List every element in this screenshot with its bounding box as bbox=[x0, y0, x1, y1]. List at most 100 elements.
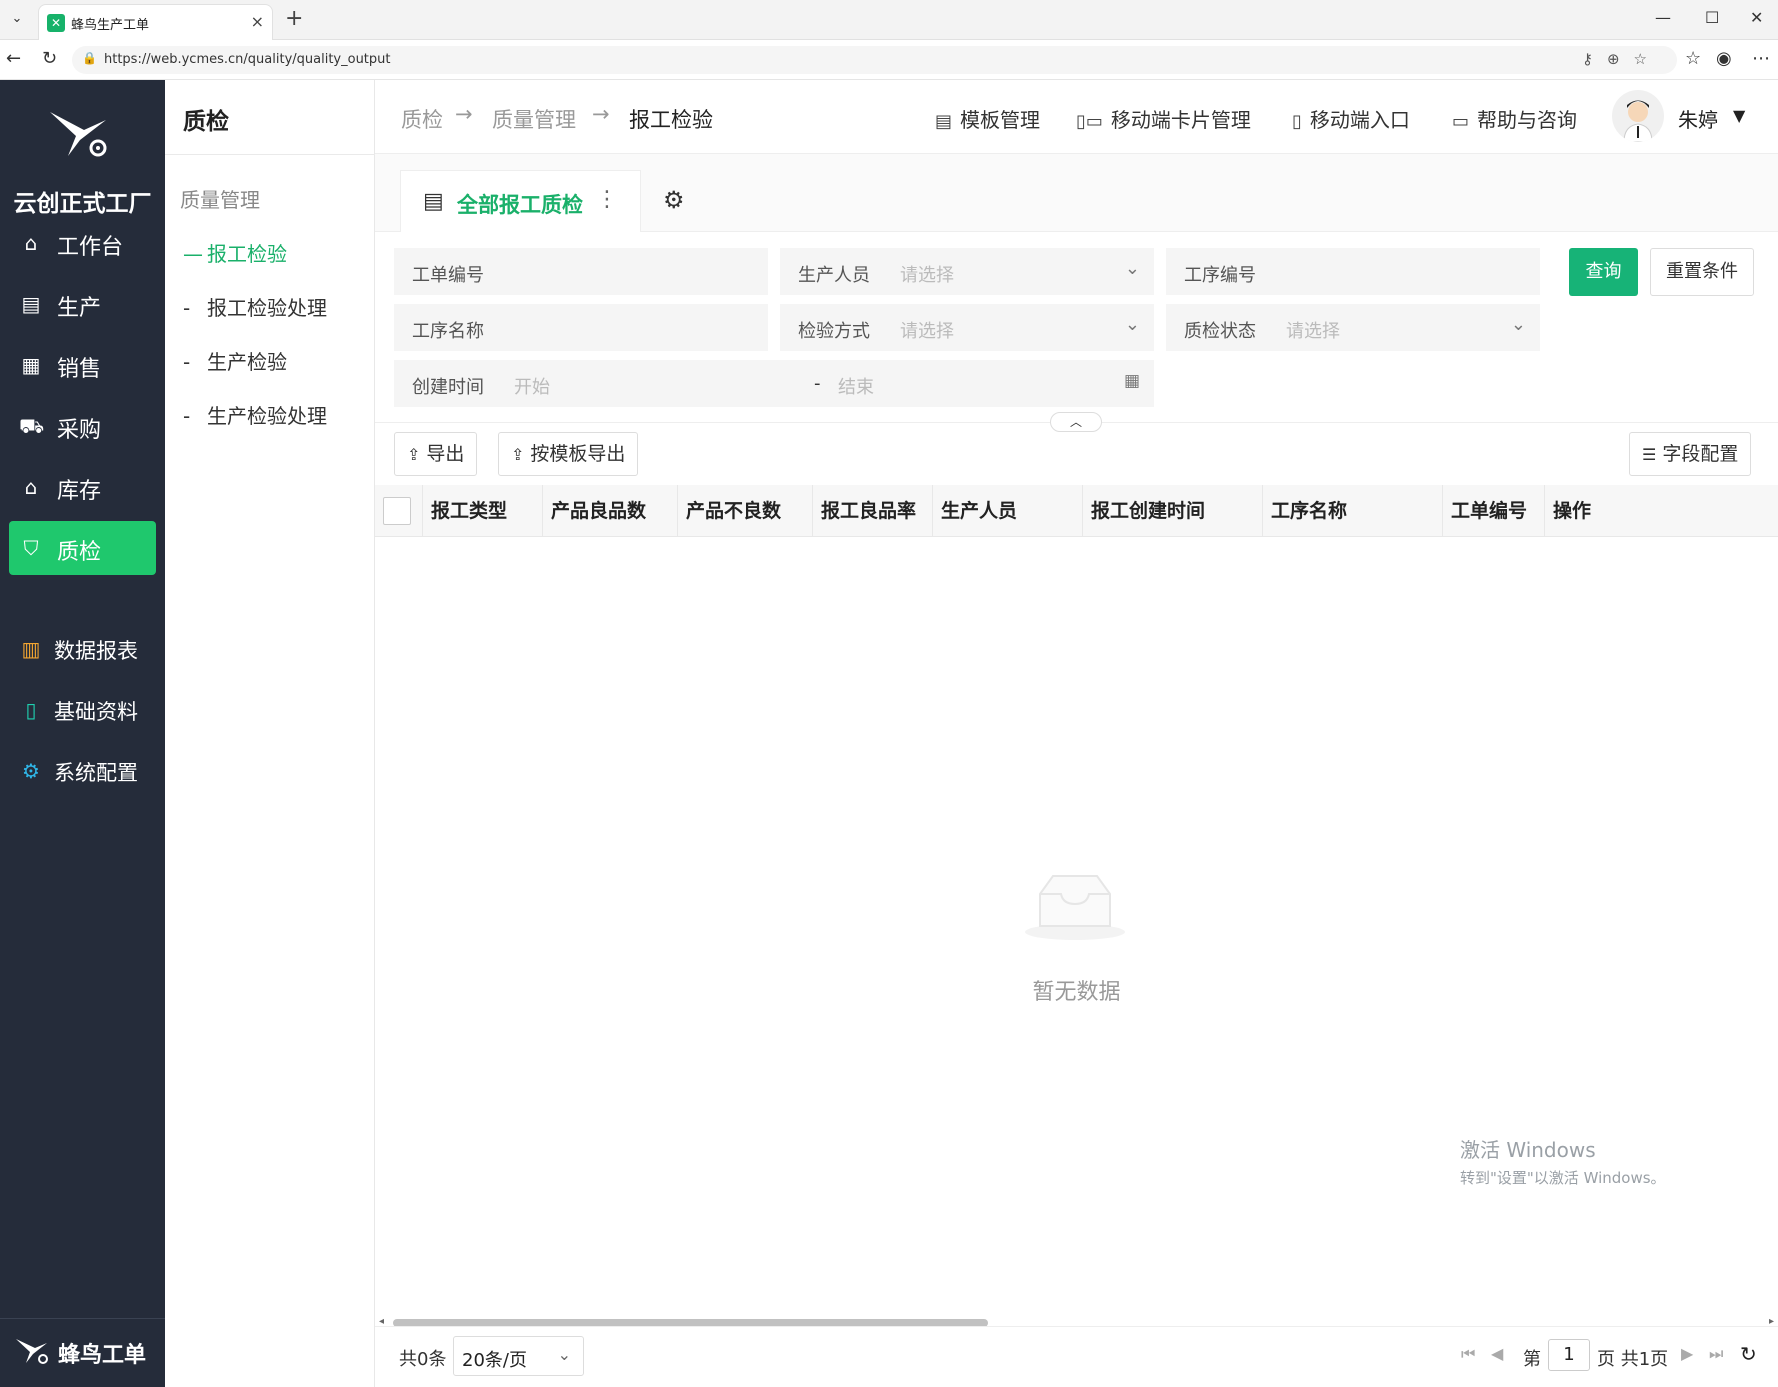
next-page-icon[interactable]: ▶ bbox=[1681, 1344, 1693, 1363]
column-header[interactable]: 工单编号 bbox=[1443, 485, 1545, 537]
select-placeholder: 请选择 bbox=[900, 265, 954, 286]
template-management-link[interactable]: ▤ 模板管理 bbox=[935, 104, 1040, 133]
refresh-icon[interactable]: ↻ bbox=[1740, 1342, 1757, 1366]
column-header[interactable]: 生产人员 bbox=[933, 485, 1083, 537]
mobile-entry-link[interactable]: ▯ 移动端入口 bbox=[1292, 104, 1410, 133]
qc-status-select[interactable]: 质检状态 请选择 ⌄ bbox=[1166, 304, 1540, 351]
link-label: 移动端入口 bbox=[1309, 108, 1410, 132]
column-header[interactable]: 报工类型 bbox=[423, 485, 543, 537]
maximize-icon[interactable]: ☐ bbox=[1705, 8, 1719, 27]
column-header[interactable]: 产品不良数 bbox=[678, 485, 813, 537]
process-name-field[interactable]: 工序名称 bbox=[394, 304, 768, 351]
window-close-icon[interactable]: ✕ bbox=[1750, 8, 1763, 27]
sidebar-item-production[interactable]: ▤ 生产 bbox=[9, 277, 156, 331]
sidebar-item-label: 库存 bbox=[57, 479, 102, 504]
subnav-item-production-inspection[interactable]: - 生产检验 bbox=[183, 346, 287, 375]
footer-brand: 蜂鸟工单 bbox=[58, 1343, 147, 1368]
reload-icon[interactable]: ↻ bbox=[42, 48, 57, 69]
home-icon: ⌂ bbox=[24, 231, 38, 255]
help-link[interactable]: ▭ 帮助与咨询 bbox=[1452, 104, 1577, 133]
sidebar-item-label: 系统配置 bbox=[54, 761, 138, 785]
breadcrumb-quality[interactable]: 质检 bbox=[401, 104, 443, 134]
new-tab-icon[interactable]: + bbox=[285, 6, 303, 31]
sidebar-item-label: 基础资料 bbox=[54, 700, 138, 724]
mobile-card-management-link[interactable]: ▯▭ 移动端卡片管理 bbox=[1076, 104, 1251, 133]
hummingbird-logo-icon bbox=[50, 112, 107, 157]
table-header: 报工类型 产品良品数 产品不良数 报工良品率 生产人员 报工创建时间 工序名称 … bbox=[375, 485, 1778, 537]
sidebar-item-basic-data[interactable]: ▯ 基础资料 bbox=[9, 683, 156, 737]
select-placeholder: 请选择 bbox=[900, 321, 954, 342]
user-menu-caret-icon[interactable]: ▼ bbox=[1733, 106, 1745, 125]
sidebar-item-purchase[interactable]: ⛟ 采购 bbox=[9, 399, 156, 453]
address-bar[interactable]: 🔒 https://web.ycmes.cn/quality/quality_o… bbox=[72, 46, 1677, 74]
avatar[interactable] bbox=[1612, 90, 1664, 142]
subnav-item-label: 生产检验 bbox=[207, 350, 287, 374]
user-name[interactable]: 朱婷 bbox=[1678, 104, 1718, 133]
producer-select[interactable]: 生产人员 请选择 ⌄ bbox=[780, 248, 1154, 295]
document-list-icon: ▤ bbox=[423, 189, 444, 214]
subnav-item-output-inspection[interactable]: — 报工检验 bbox=[183, 238, 287, 267]
subnav-group-label: 质量管理 bbox=[180, 188, 260, 212]
page-number-input[interactable]: 1 bbox=[1548, 1339, 1590, 1371]
document-icon: ▯ bbox=[25, 698, 37, 722]
subnav-item-production-inspection-handle[interactable]: - 生产检验处理 bbox=[183, 400, 327, 429]
browser-tab[interactable]: ✕ 蜂鸟生产工单 × bbox=[38, 4, 273, 40]
address-text[interactable]: https://web.ycmes.cn/quality/quality_out… bbox=[104, 52, 391, 67]
sidebar-item-label: 采购 bbox=[57, 418, 102, 443]
export-by-template-button[interactable]: ⇪ 按模板导出 bbox=[498, 432, 639, 476]
more-vertical-icon[interactable]: ⋮ bbox=[596, 187, 618, 212]
field-label: 工单编号 bbox=[412, 265, 484, 286]
select-all-checkbox[interactable] bbox=[383, 497, 411, 525]
subnav-item-output-inspection-handle[interactable]: - 报工检验处理 bbox=[183, 292, 327, 321]
first-page-icon[interactable]: ⏮ bbox=[1461, 1344, 1475, 1364]
breadcrumb-quality-management[interactable]: 质量管理 bbox=[492, 104, 576, 134]
prev-page-icon[interactable]: ◀ bbox=[1491, 1344, 1503, 1363]
inspect-method-select[interactable]: 检验方式 请选择 ⌄ bbox=[780, 304, 1154, 351]
minimize-icon[interactable]: — bbox=[1655, 8, 1671, 27]
favorites-icon[interactable]: ☆ bbox=[1685, 48, 1701, 69]
chevron-down-icon: ⌄ bbox=[557, 1345, 571, 1364]
sidebar-item-sales[interactable]: ▦ 销售 bbox=[9, 338, 156, 392]
export-button[interactable]: ⇪ 导出 bbox=[394, 432, 478, 476]
back-icon[interactable]: ← bbox=[6, 48, 21, 69]
book-icon: ▭ bbox=[1452, 111, 1470, 132]
query-button[interactable]: 查询 bbox=[1569, 248, 1638, 296]
tab-close-icon[interactable]: × bbox=[251, 12, 264, 31]
reset-button[interactable]: 重置条件 bbox=[1650, 248, 1754, 296]
watermark-subtitle: 转到"设置"以激活 Windows。 bbox=[1460, 1169, 1666, 1187]
sidebar-item-system-config[interactable]: ⚙ 系统配置 bbox=[9, 744, 156, 798]
more-icon[interactable]: ⋯ bbox=[1752, 48, 1770, 69]
select-placeholder: 请选择 bbox=[1286, 321, 1340, 342]
work-order-no-field[interactable]: 工单编号 bbox=[394, 248, 768, 295]
field-config-button[interactable]: ☰ 字段配置 bbox=[1629, 432, 1752, 476]
sidebar-item-workbench[interactable]: ⌂ 工作台 bbox=[9, 216, 156, 270]
view-tab-all[interactable]: ▤ 全部报工质检 ⋮ bbox=[400, 170, 641, 232]
start-placeholder: 开始 bbox=[514, 377, 550, 398]
field-label: 生产人员 bbox=[798, 265, 870, 286]
chevron-down-icon: ⌄ bbox=[1124, 258, 1140, 279]
process-no-field[interactable]: 工序编号 bbox=[1166, 248, 1540, 295]
range-separator: - bbox=[814, 373, 821, 394]
column-header[interactable]: 产品良品数 bbox=[543, 485, 678, 537]
last-page-icon[interactable]: ⏭ bbox=[1709, 1344, 1723, 1364]
column-header[interactable]: 工序名称 bbox=[1263, 485, 1443, 537]
divider bbox=[165, 154, 375, 155]
breadcrumb-current: 报工检验 bbox=[629, 108, 713, 132]
address-actions-icons[interactable]: ⚷⊕☆ bbox=[1582, 50, 1661, 68]
sidebar-item-reports[interactable]: ▥ 数据报表 bbox=[9, 622, 156, 676]
breadcrumb-arrow-icon: → bbox=[592, 102, 610, 126]
sidebar-item-inventory[interactable]: ⌂ 库存 bbox=[9, 460, 156, 514]
profile-icon[interactable]: ◉ bbox=[1716, 48, 1732, 69]
shield-icon: ⛉ bbox=[23, 536, 39, 560]
sidebar-item-quality[interactable]: ⛉ 质检 bbox=[9, 521, 156, 575]
tab-list-chevron-icon[interactable]: ⌄ bbox=[6, 8, 28, 30]
column-header[interactable]: 报工良品率 bbox=[813, 485, 933, 537]
select-all-cell bbox=[375, 485, 423, 537]
lock-icon: 🔒 bbox=[82, 51, 97, 65]
view-settings-gear-icon[interactable]: ⚙ bbox=[663, 186, 685, 214]
phone-icon: ▯ bbox=[1292, 111, 1302, 132]
column-header[interactable]: 报工创建时间 bbox=[1083, 485, 1263, 537]
page-size-select[interactable]: 20条/页 ⌄ bbox=[453, 1336, 584, 1376]
created-time-range[interactable]: 创建时间 开始 - 结束 ▦ bbox=[394, 360, 1154, 407]
collapse-filters-chevron-up-icon[interactable]: ︿ bbox=[1050, 412, 1102, 432]
